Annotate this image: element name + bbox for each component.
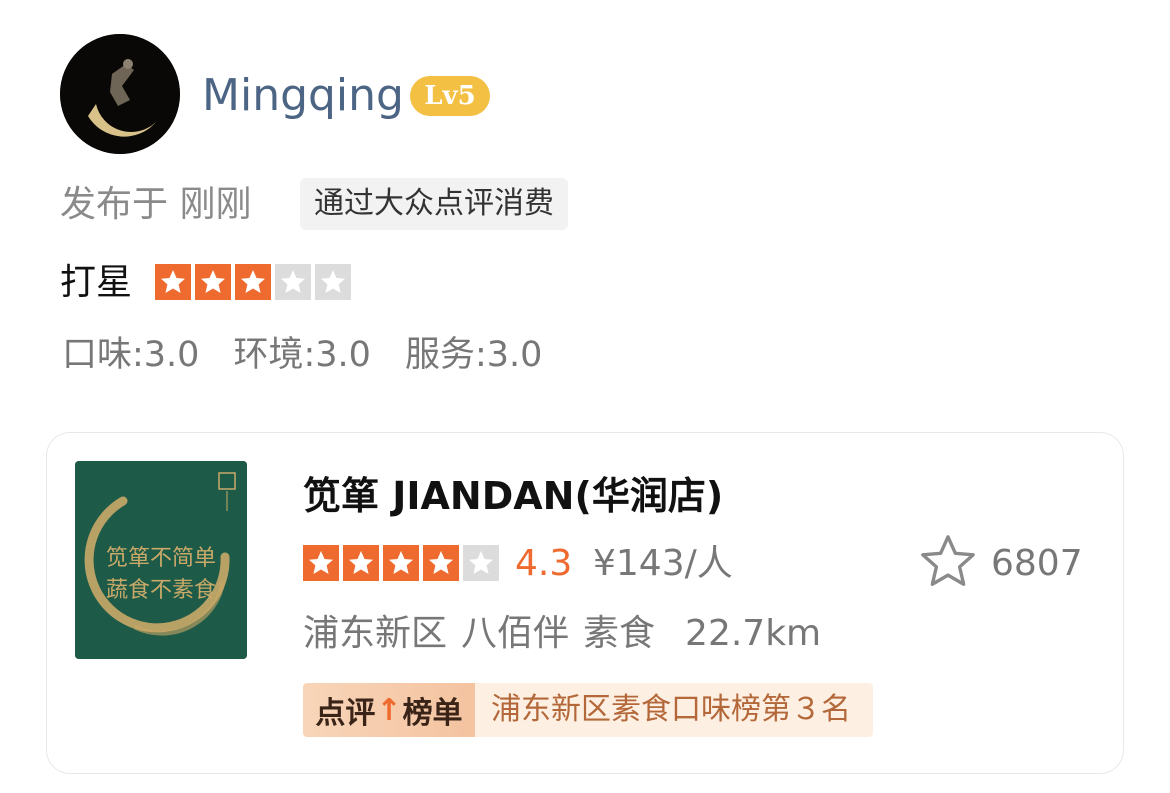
ranking-text: 浦东新区素食口味榜第３名 <box>475 683 873 737</box>
shop-meta: 浦东新区 八佰伴 素食 22.7km <box>303 607 821 661</box>
star-filled-icon <box>195 264 231 300</box>
rating-label: 打星 <box>60 262 133 303</box>
ranking-badge: 点评 ↑ 榜单 <box>303 683 475 737</box>
taste-rating: 口味:3.0 <box>62 335 200 375</box>
star-empty-icon <box>463 545 499 581</box>
star-filled-icon <box>423 545 459 581</box>
environment-rating: 环境:3.0 <box>233 335 371 375</box>
shop-image: 笕箪不简单 蔬食不素食 <box>75 461 247 659</box>
image-slogan-line-2: 蔬食不素食 <box>106 578 216 603</box>
sub-ratings: 口味:3.0 环境:3.0 服务:3.0 <box>62 330 542 380</box>
publish-time: 发布于 刚刚 <box>60 184 252 225</box>
shop-name[interactable]: 笕箪 JIANDAN(华润店) <box>303 469 723 523</box>
up-arrow-icon: ↑ <box>376 692 402 728</box>
ranking-banner[interactable]: 点评 ↑ 榜单 浦东新区素食口味榜第３名 <box>303 683 873 737</box>
shop-price: ¥143/人 <box>593 543 733 584</box>
level-badge: Lv5 <box>410 76 490 116</box>
star-outline-icon[interactable] <box>919 533 977 591</box>
username[interactable]: Mingqing <box>202 66 404 126</box>
shop-score: 4.3 <box>515 543 573 584</box>
image-slogan-line-1: 笕箪不简单 <box>106 546 216 571</box>
star-filled-icon <box>303 545 339 581</box>
service-rating: 服务:3.0 <box>404 335 543 375</box>
star-filled-icon <box>383 545 419 581</box>
star-filled-icon <box>343 545 379 581</box>
shop-area: 八佰伴 <box>461 613 570 654</box>
star-empty-icon <box>315 264 351 300</box>
shop-district: 浦东新区 <box>303 613 448 654</box>
shop-star-rating <box>303 545 499 581</box>
avatar[interactable] <box>60 34 180 154</box>
shop-card[interactable]: 笕箪不简单 蔬食不素食 笕箪 JIANDAN(华润店) 4.3 ¥143/人 6… <box>46 432 1124 774</box>
favorite-count: 6807 <box>991 543 1083 584</box>
crescent-moon-avatar-icon <box>60 34 180 154</box>
source-tag: 通过大众点评消费 <box>300 178 568 230</box>
shop-category: 素食 <box>583 613 656 654</box>
ranking-badge-pre: 点评 <box>315 696 376 731</box>
shop-distance: 22.7km <box>685 613 822 654</box>
user-star-rating <box>155 264 351 300</box>
star-filled-icon <box>155 264 191 300</box>
star-filled-icon <box>235 264 271 300</box>
star-empty-icon <box>275 264 311 300</box>
ranking-badge-post: 榜单 <box>402 696 463 731</box>
